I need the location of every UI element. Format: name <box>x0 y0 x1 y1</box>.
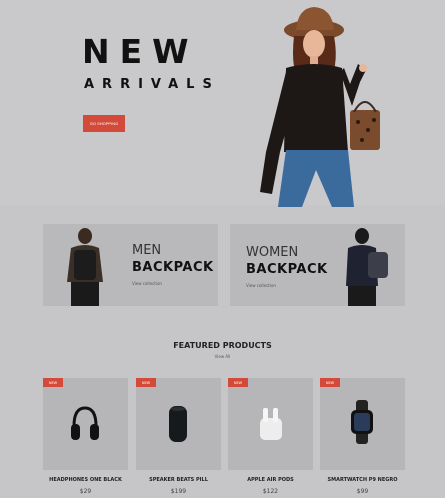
go-shopping-button[interactable]: GO SHOPPING <box>83 115 125 132</box>
speaker-icon <box>169 406 187 442</box>
headphones-icon <box>71 406 99 440</box>
category-card-women[interactable]: WOMEN BACKPACK View collection <box>230 224 405 306</box>
view-all-link[interactable]: View All <box>0 354 445 359</box>
earbuds-icon <box>260 408 282 440</box>
new-badge: NEW <box>136 378 156 387</box>
category-card-men[interactable]: MEN BACKPACK View collection <box>43 224 218 306</box>
new-badge: NEW <box>43 378 63 387</box>
woman-backpack-image <box>346 228 388 306</box>
product-name[interactable]: HEADPHONES ONE BLACK <box>38 477 133 483</box>
category-label: MEN <box>132 243 162 258</box>
new-badge: NEW <box>228 378 248 387</box>
view-collection-link[interactable]: View collection <box>132 281 162 286</box>
product-card[interactable]: NEW <box>320 378 405 470</box>
hero-banner: NEW ARRIVALS GO SHOPPING <box>0 0 445 207</box>
hero-title: NEW <box>82 32 199 71</box>
product-name[interactable]: APPLE AIR PODS <box>223 477 318 483</box>
new-badge: NEW <box>320 378 340 387</box>
product-card[interactable]: NEW <box>136 378 221 470</box>
hero-model-image <box>260 7 380 207</box>
product-card[interactable]: NEW <box>228 378 313 470</box>
man-backpack-image <box>67 228 103 306</box>
category-label: WOMEN <box>246 245 299 260</box>
view-collection-link[interactable]: View collection <box>246 283 276 288</box>
smartwatch-icon <box>351 400 373 444</box>
hero-subtitle: ARRIVALS <box>84 77 220 92</box>
product-name[interactable]: SMARTWATCH P9 NEGRO <box>315 477 410 483</box>
category-title: BACKPACK <box>246 262 328 277</box>
product-price: $122 <box>262 488 279 495</box>
product-card[interactable]: NEW <box>43 378 128 470</box>
featured-products-heading: FEATURED PRODUCTS <box>173 341 272 350</box>
product-price: $99 <box>356 488 369 495</box>
product-price: $29 <box>79 488 92 495</box>
product-name[interactable]: SPEAKER BEATS PILL <box>131 477 226 483</box>
product-price: $199 <box>170 488 187 495</box>
category-title: BACKPACK <box>132 260 214 275</box>
